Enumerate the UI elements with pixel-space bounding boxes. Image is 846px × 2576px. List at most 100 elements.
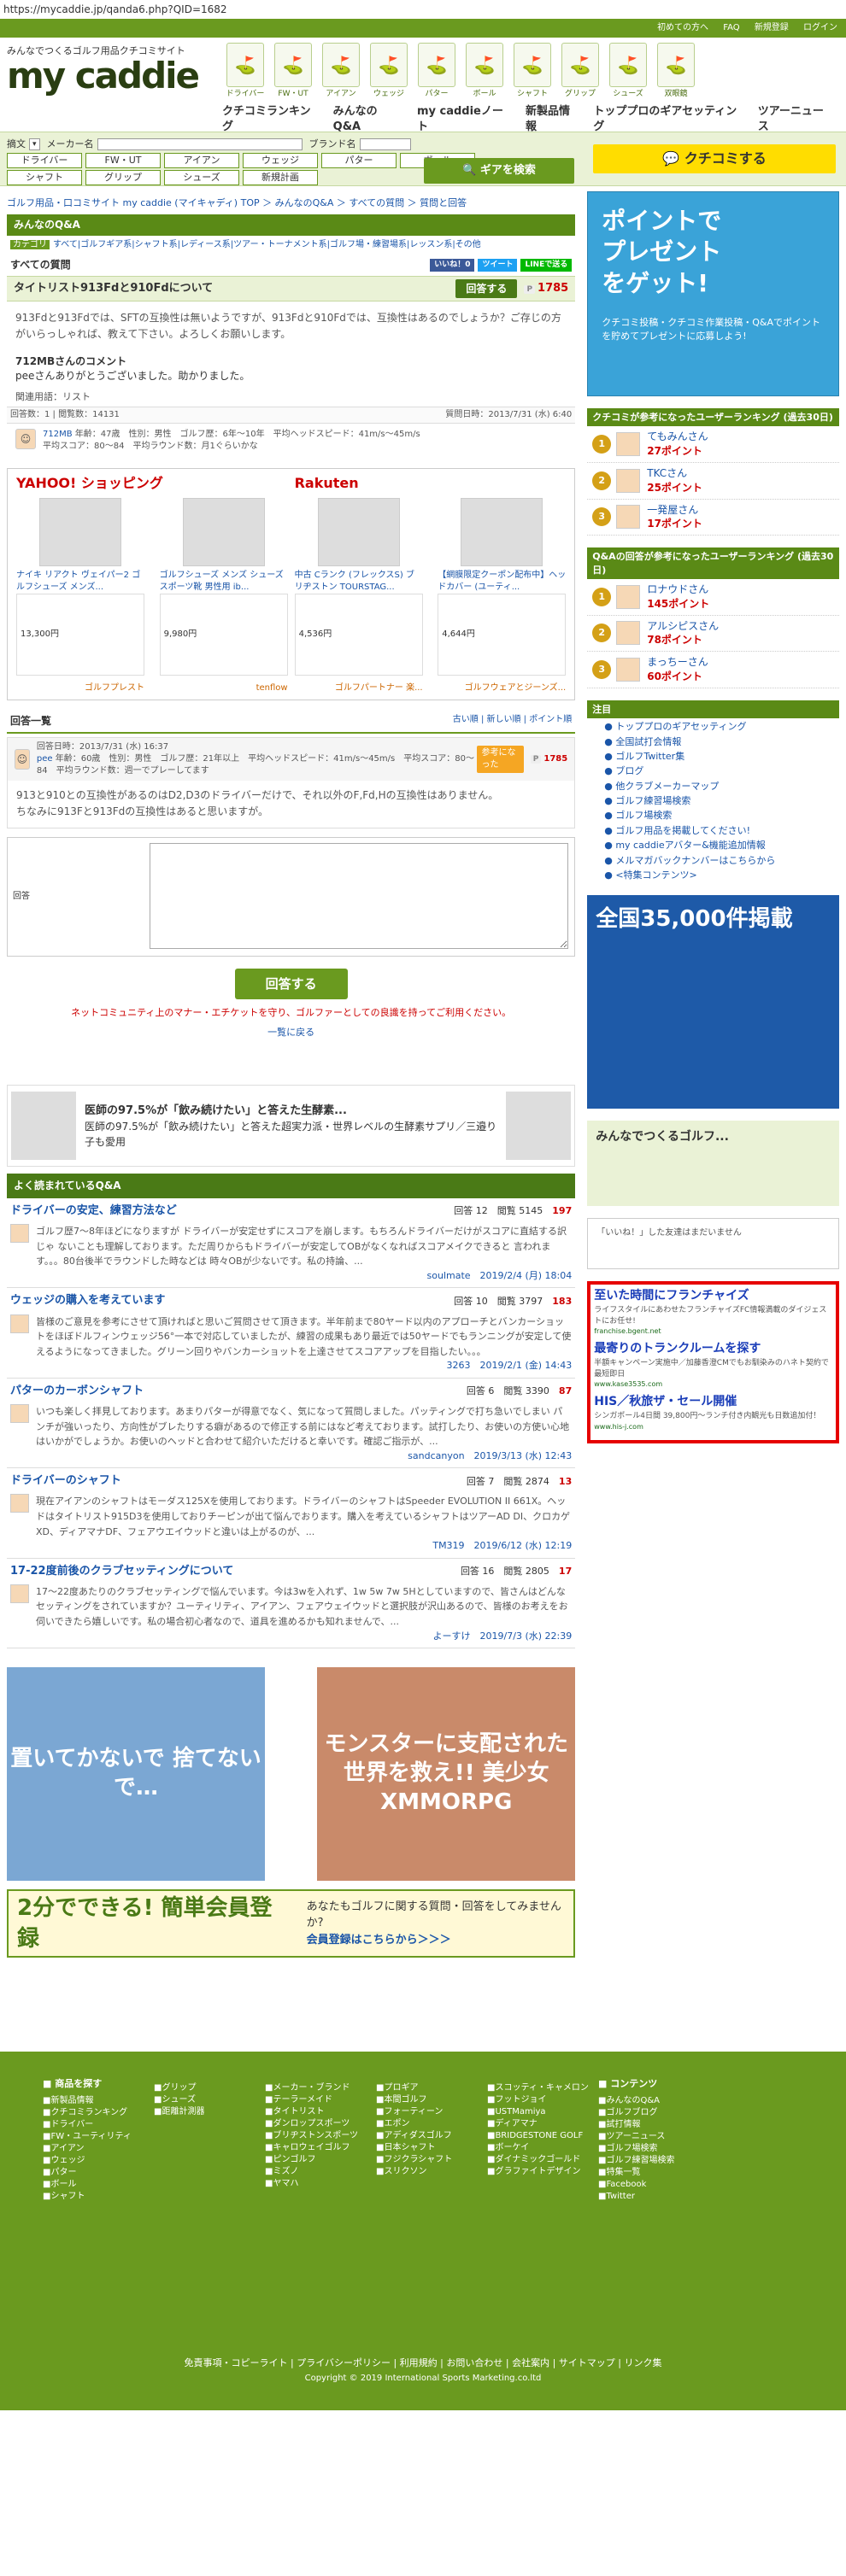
qa-title[interactable]: ウェッジの購入を考えています	[10, 1293, 165, 1308]
type-select[interactable]: ▾	[29, 138, 40, 150]
attention-link[interactable]: ● トッププロのギアセッティング	[596, 719, 831, 734]
maker-select[interactable]	[97, 138, 303, 150]
attention-link[interactable]: ● 他クラブメーカーマップ	[596, 779, 831, 793]
url-bar[interactable]: https://mycaddie.jp/qanda6.php?QID=1682	[0, 0, 846, 19]
footer-link[interactable]: ■ボール	[43, 2179, 154, 2191]
footer-link[interactable]: ■FW・ユーティリティ	[43, 2131, 154, 2143]
gnav-item[interactable]: 新製品情報	[526, 104, 579, 135]
register-link[interactable]: 新規登録	[755, 23, 789, 32]
footer-link[interactable]: ■特集一覧	[598, 2167, 709, 2179]
category-button[interactable]: シューズ	[164, 170, 239, 186]
category-1[interactable]: ⛳ FW・UT	[270, 43, 316, 100]
footer-link[interactable]: ■アディダスゴルフ	[376, 2130, 487, 2142]
footer-link[interactable]: ■ツアーニュース	[598, 2131, 709, 2143]
category-button[interactable]: ドライバー	[7, 153, 82, 169]
banner-left[interactable]: 置いてかないで 捨てないで…	[7, 1666, 265, 1881]
footer-link[interactable]: ■タイトリスト	[265, 2106, 376, 2118]
related-terms[interactable]: 関連用語：リスト	[7, 387, 575, 407]
footer-link[interactable]: ■フットジョイ	[487, 2094, 598, 2106]
footer-link[interactable]: ■パター	[43, 2167, 154, 2179]
rank-item[interactable]: 3 一発屋さん 17ポイント	[587, 500, 839, 536]
pr-ad[interactable]: 医師の97.5%が「飲み続けたい」と答えた生酵素... 医師の97.5%が「飲み続…	[7, 1085, 576, 1168]
footer-link[interactable]: ■ミズノ	[265, 2166, 376, 2178]
product-card[interactable]: 【網膜限定クーポン配布中】ヘッドカバー (ユーティ... 4,644円 ゴルフウェア…	[438, 495, 567, 694]
answers-sort[interactable]: 古い順 | 新しい順 | ポイント順	[453, 714, 572, 729]
product-card[interactable]: ゴルフシューズ メンズ シューズ スポーツ靴 男性用 ib... 9,980円 te…	[159, 495, 288, 694]
footer-link[interactable]: ■ゴルフブログ	[598, 2107, 709, 2119]
register-banner[interactable]: 2分でできる! 簡単会員登録 あなたもゴルフに関する質問・回答をしてみませんか?…	[7, 1888, 576, 1958]
category-6[interactable]: ⛳ シャフト	[509, 43, 555, 100]
category-0[interactable]: ⛳ ドライバー	[222, 43, 268, 100]
rank-item[interactable]: 2 TKCさん 25ポイント	[587, 463, 839, 500]
footer-link[interactable]: ■本間ゴルフ	[376, 2094, 487, 2106]
footer-links[interactable]: 免責事項・コピーライト | プライバシーポリシー | 利用規約 | お問い合わせ…	[0, 2356, 846, 2369]
gear-search-button[interactable]: 🔍 ギアを検索	[424, 158, 574, 184]
footer-link[interactable]: ■テーラーメイド	[265, 2094, 376, 2106]
category-2[interactable]: ⛳ アイアン	[318, 43, 364, 100]
category-8[interactable]: ⛳ シューズ	[605, 43, 651, 100]
footer-link[interactable]: ■ウェッジ	[43, 2155, 154, 2167]
first-time-link[interactable]: 初めての方へ	[657, 23, 708, 32]
category-3[interactable]: ⛳ ウェッジ	[366, 43, 412, 100]
footer-link[interactable]: ■Facebook	[598, 2179, 709, 2191]
line-button[interactable]: LINEで送る	[520, 259, 573, 272]
site-logo[interactable]: みんなでつくるゴルフ用品クチコミサイト my caddie	[7, 44, 200, 95]
footer-link[interactable]: ■グラファイトデザイン	[487, 2166, 598, 2178]
attention-link[interactable]: ● メルマガバックナンバーはこちらから	[596, 853, 831, 868]
faq-link[interactable]: FAQ	[723, 23, 739, 32]
footer-link[interactable]: ■メーカー・ブランド	[265, 2082, 376, 2094]
category-button[interactable]: FW・UT	[85, 153, 161, 169]
popular-qa-item[interactable]: ウェッジの購入を考えています 回答 10 閲覧 3797 183 皆様のご意見を参考…	[7, 1288, 576, 1379]
footer-link[interactable]: ■アイアン	[43, 2143, 154, 2155]
footer-link[interactable]: ■エポン	[376, 2118, 487, 2130]
category-4[interactable]: ⛳ パター	[414, 43, 460, 100]
qa-title[interactable]: ドライバーの安定、練習方法など	[10, 1203, 177, 1219]
login-link[interactable]: ログイン	[803, 23, 837, 32]
footer-link[interactable]: ■BRIDGESTONE GOLF	[487, 2130, 598, 2142]
footer-link[interactable]: ■グリップ	[154, 2082, 265, 2094]
footer-link[interactable]: ■ドライバー	[43, 2119, 154, 2131]
helpful-button[interactable]: 参考になった	[476, 746, 524, 774]
gnav-item[interactable]: ツアーニュース	[758, 104, 832, 135]
category-9[interactable]: ⛳ 双眼鏡	[653, 43, 699, 100]
text-ad[interactable]: 最寄りのトランクルームを探す 半額キャンペーン実施中／加藤香澄CMでもお馴染みのハ…	[594, 1341, 832, 1389]
category-5[interactable]: ⛳ ボール	[461, 43, 508, 100]
footer-link[interactable]: ■みんなのQ&A	[598, 2095, 709, 2107]
footer-link[interactable]: ■日本シャフト	[376, 2142, 487, 2154]
submit-answer-button[interactable]: 回答する	[234, 968, 348, 999]
answer-button[interactable]: 回答する	[455, 278, 518, 299]
gnav-item[interactable]: クチコミランキング	[222, 104, 320, 135]
text-ad[interactable]: HIS／秋旅ザ・セール開催 シンガポール4日間 39,800円～ランチ付き内観光も…	[594, 1394, 832, 1431]
attention-link[interactable]: ● ゴルフ場検索	[596, 808, 831, 823]
category-button[interactable]: パター	[321, 153, 397, 169]
breadcrumb[interactable]: ゴルフ用品・口コミサイト my caddie (マイキャディ) TOP ＞ みん…	[7, 191, 575, 214]
answer-textarea[interactable]	[150, 842, 568, 949]
attention-link[interactable]: ● ブログ	[596, 764, 831, 778]
popular-qa-item[interactable]: 17-22度前後のクラブセッティングについて 回答 16 閲覧 2805 17 17…	[7, 1559, 576, 1648]
attention-link[interactable]: ● ゴルフ練習場検索	[596, 793, 831, 808]
category-button[interactable]: シャフト	[7, 170, 82, 186]
attention-link[interactable]: ● my caddieアバター&機能追加情報	[596, 838, 831, 852]
banner-right[interactable]: モンスターに支配された世界を救え!! 美少女XMMORPG	[317, 1666, 576, 1881]
footer-link[interactable]: ■プロギア	[376, 2082, 487, 2094]
footer-link[interactable]: ■シューズ	[154, 2094, 265, 2106]
brand-select[interactable]	[359, 138, 411, 150]
footer-link[interactable]: ■フジクラシャフト	[376, 2154, 487, 2166]
popular-qa-item[interactable]: ドライバーの安定、練習方法など 回答 12 閲覧 5145 197 ゴルフ歴7〜8年…	[7, 1198, 576, 1289]
qa-title[interactable]: 17-22度前後のクラブセッティングについて	[10, 1564, 233, 1579]
footer-link[interactable]: ■新製品情報	[43, 2095, 154, 2107]
attention-link[interactable]: ● <特集コンテンツ>	[596, 868, 831, 882]
footer-link[interactable]: ■ダイナミックゴールド	[487, 2154, 598, 2166]
category-button[interactable]: グリップ	[85, 170, 161, 186]
category-button[interactable]: 新規計画	[243, 170, 318, 186]
rank-item[interactable]: 1 ロナウドさん 145ポイント	[587, 579, 839, 616]
category-7[interactable]: ⛳ グリップ	[557, 43, 603, 100]
tweet-button[interactable]: ツイート	[478, 259, 518, 272]
popular-qa-item[interactable]: パターのカーボンシャフト 回答 6 閲覧 3390 87 いつも楽しく拝見しておりま…	[7, 1379, 576, 1469]
mycaddie-card[interactable]: みんなでつくるゴルフ...	[587, 1121, 839, 1207]
rank-item[interactable]: 2 アルシピスさん 78ポイント	[587, 616, 839, 653]
home-ad[interactable]: 全国35,000件掲載	[587, 895, 839, 1109]
category-button[interactable]: ウェッジ	[243, 153, 318, 169]
footer-link[interactable]: ■ボーケイ	[487, 2142, 598, 2154]
product-card[interactable]: 中古 Cランク (フレックスS) ブリヂストン TOURSTAG... 4,536…	[294, 495, 423, 694]
